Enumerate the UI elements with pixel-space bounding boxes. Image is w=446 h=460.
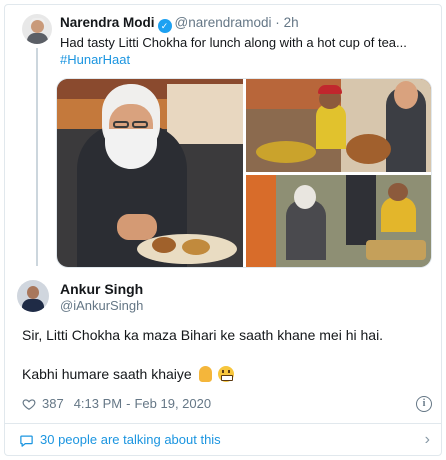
verified-badge-icon: ✓ xyxy=(157,19,172,33)
heart-icon[interactable] xyxy=(22,397,36,411)
reply-author-avatar[interactable] xyxy=(17,280,49,312)
parent-author-name[interactable]: Narendra Modi xyxy=(60,15,155,30)
grinning-face-emoji xyxy=(218,366,235,382)
parent-tweet-text: Had tasty Litti Chokha for lunch along w… xyxy=(60,35,407,50)
card-divider xyxy=(4,423,442,424)
thread-connector-line xyxy=(36,48,38,266)
header-separator: · xyxy=(275,15,280,30)
photo-food-stall[interactable] xyxy=(246,79,431,172)
parent-tweet-time[interactable]: 2h xyxy=(284,15,299,30)
photo-eating-litti[interactable] xyxy=(57,79,243,267)
date-separator: - xyxy=(126,396,131,411)
parent-author-avatar[interactable] xyxy=(22,14,52,44)
info-icon[interactable]: i xyxy=(416,396,432,412)
reply-text-line-1: Sir, Litti Chokha ka maza Bihari ke saat… xyxy=(22,327,384,343)
reply-time[interactable]: 4:13 PM xyxy=(74,395,122,413)
folded-hands-emoji xyxy=(198,366,212,382)
reply-text-line-2: Kabhi humare saath khaiye xyxy=(22,365,235,383)
parent-tweet-header: Narendra Modi ✓ @narendramodi · 2h xyxy=(60,14,299,33)
parent-author-handle[interactable]: @narendramodi xyxy=(175,15,272,30)
reply-meta-row: 387 4:13 PM - Feb 19, 2020 xyxy=(22,395,211,413)
conversation-link[interactable]: 30 people are talking about this xyxy=(19,431,221,449)
reply-text-line-2-text: Kabhi humare saath khaiye xyxy=(22,366,192,382)
hashtag-link[interactable]: #HunarHaat xyxy=(60,51,130,68)
chevron-right-icon[interactable]: › xyxy=(425,431,430,449)
reply-author-name[interactable]: Ankur Singh xyxy=(60,281,143,298)
tweet-media-grid xyxy=(56,78,432,268)
speech-bubble-icon xyxy=(20,435,33,447)
like-count[interactable]: 387 xyxy=(42,395,64,413)
reply-date[interactable]: Feb 19, 2020 xyxy=(134,395,211,413)
reply-author-handle[interactable]: @iAnkurSingh xyxy=(60,297,143,314)
conversation-label: 30 people are talking about this xyxy=(40,432,221,447)
photo-seated-with-vendors[interactable] xyxy=(246,175,431,267)
